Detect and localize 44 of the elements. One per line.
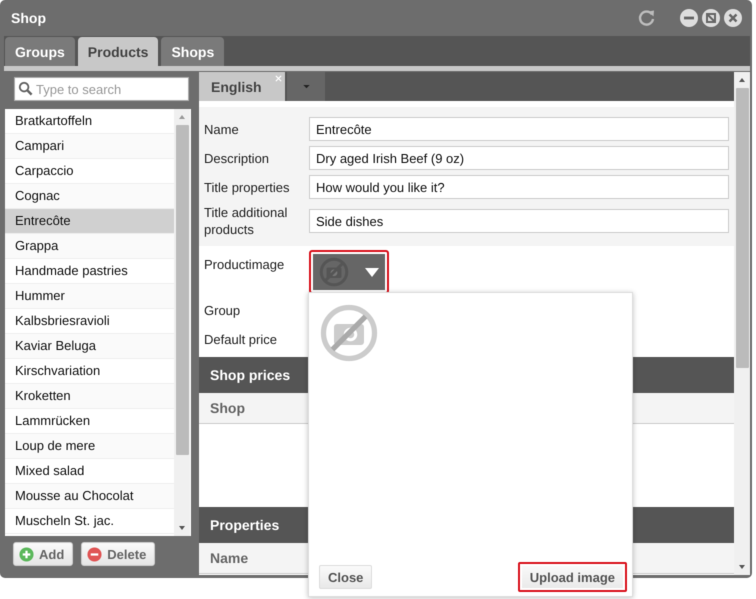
field-label: Productimage bbox=[204, 256, 286, 273]
no-camera-icon bbox=[319, 257, 349, 287]
tab[interactable]: Products bbox=[78, 37, 158, 66]
caret-icon bbox=[365, 268, 379, 276]
field-label: Title additional products bbox=[204, 204, 288, 238]
delete-button[interactable]: Delete bbox=[81, 542, 156, 566]
field-label: Title properties bbox=[204, 178, 290, 196]
product-item[interactable]: Kaviar Beluga bbox=[5, 334, 174, 359]
product-item[interactable]: Kroketten bbox=[5, 384, 174, 409]
product-item[interactable]: Mousse au Chocolat bbox=[5, 484, 174, 509]
close-icon[interactable] bbox=[724, 9, 742, 27]
minimize-icon[interactable] bbox=[680, 9, 698, 27]
product-item[interactable]: Campari bbox=[5, 134, 174, 159]
tab[interactable]: Shops bbox=[161, 37, 224, 66]
input-field[interactable]: Side dishes bbox=[309, 209, 729, 233]
scrollbar[interactable] bbox=[174, 109, 190, 536]
language-tab[interactable]: English bbox=[199, 72, 285, 101]
field-label: Name bbox=[204, 120, 240, 138]
search-field[interactable]: Type to search bbox=[14, 77, 189, 101]
no-camera-icon bbox=[319, 303, 379, 363]
product-item[interactable]: Entrecôte bbox=[5, 209, 174, 234]
search-icon bbox=[18, 81, 33, 96]
popup-button[interactable]: Close bbox=[319, 565, 372, 589]
image-dropdown-button[interactable] bbox=[309, 250, 389, 294]
maximize-icon[interactable] bbox=[702, 9, 720, 27]
product-item[interactable]: Hummer bbox=[5, 284, 174, 309]
refresh-icon[interactable] bbox=[638, 9, 656, 27]
field-label: Group bbox=[204, 302, 242, 319]
minus-icon bbox=[87, 546, 102, 562]
product-item[interactable]: Grappa bbox=[5, 234, 174, 259]
product-item[interactable]: Loup de mere bbox=[5, 434, 174, 459]
product-item[interactable]: Cognac bbox=[5, 184, 174, 209]
popup-button[interactable]: Upload image bbox=[518, 562, 627, 592]
scrollbar[interactable] bbox=[734, 72, 750, 575]
caret-icon bbox=[302, 84, 310, 88]
tab[interactable]: Groups bbox=[5, 37, 75, 66]
input-field[interactable]: How would you like it? bbox=[309, 175, 729, 199]
add-button[interactable]: Add bbox=[13, 542, 74, 566]
input-field[interactable]: Entrecôte bbox=[309, 117, 729, 141]
window-title: Shop bbox=[11, 10, 46, 26]
plus-icon bbox=[19, 546, 34, 562]
input-field[interactable]: Dry aged Irish Beef (9 oz) bbox=[309, 146, 729, 170]
field-label: Description bbox=[204, 150, 270, 166]
field-label: Default price bbox=[204, 331, 278, 348]
